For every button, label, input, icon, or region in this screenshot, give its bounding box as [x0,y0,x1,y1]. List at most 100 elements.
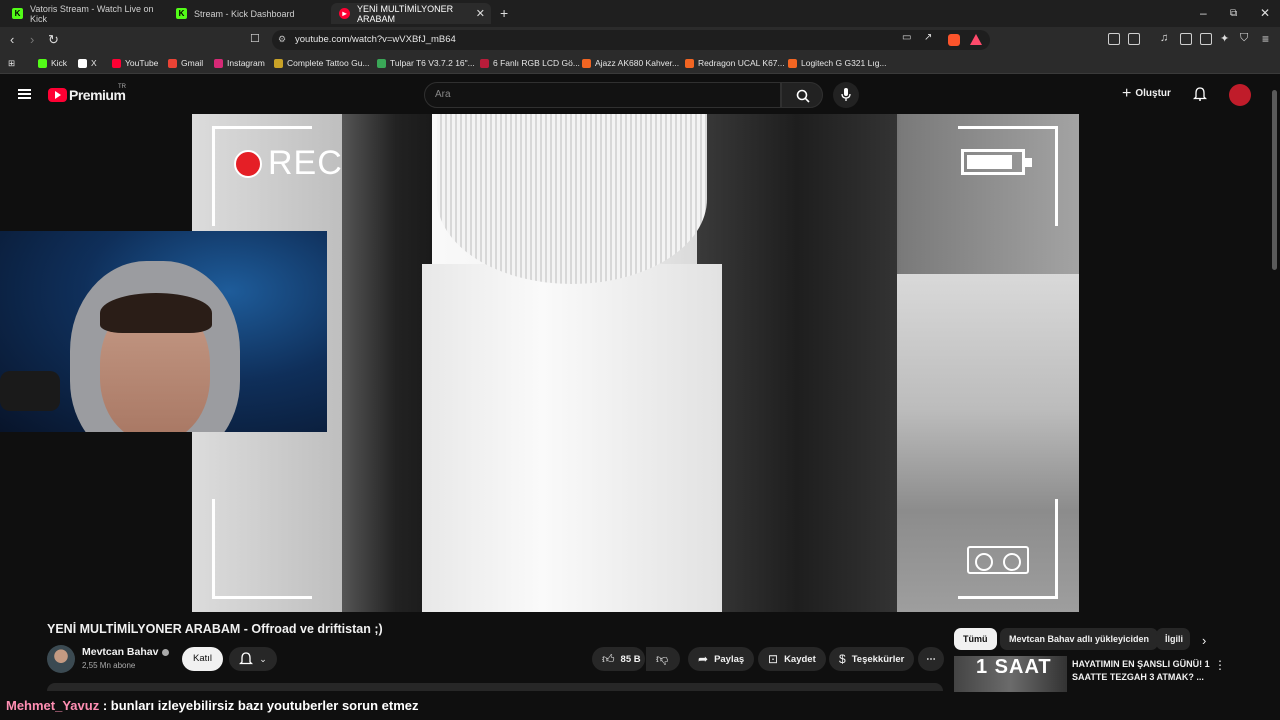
leo-ai-icon[interactable]: ✦ [1220,32,1229,45]
video-turtleneck [437,114,707,284]
minimize-icon[interactable]: – [1200,6,1207,20]
bookmark-gmail[interactable]: Gmail [168,58,203,68]
bookmark-label: Ajazz AK680 Kahver... [595,58,680,68]
back-icon[interactable]: ‹ [10,32,14,47]
tab-kick-dashboard[interactable]: K Stream - Kick Dashboard [168,3,328,24]
bell-icon [239,652,254,665]
rec-indicator: REC [234,144,343,183]
reload-icon[interactable]: ↻ [48,32,59,48]
youtube-logo-icon[interactable] [48,88,67,102]
tulpar-icon [377,58,386,68]
video-sweater [422,264,722,612]
join-button[interactable]: Katıl [182,647,223,671]
sidebar-toggle-icon[interactable] [1128,33,1140,45]
chips-next-icon[interactable]: › [1202,633,1206,648]
bookmark-fans[interactable]: 6 Fanlı RGB LCD Gö... [480,58,580,68]
bookmark-label: 6 Fanlı RGB LCD Gö... [493,58,580,68]
search-button[interactable] [781,82,823,108]
webcam-microphone [0,371,60,411]
browser-tab-strip: K Vatoris Stream - Watch Live on Kick K … [0,0,1280,27]
bookmark-x[interactable]: X [78,58,97,68]
scrollbar-thumb[interactable] [1272,90,1277,270]
bookmark-redragon[interactable]: Redragon UCAL K67... [685,58,785,68]
bookmark-icon[interactable]: ☐ [250,32,260,45]
bookmark-label: X [91,58,97,68]
channel-avatar[interactable] [47,645,75,673]
like-button[interactable]: 👍︎ 85 B [592,647,645,671]
more-horizontal-icon: ⋯ [926,653,936,665]
viewfinder-corner-tr [958,126,1058,226]
chip-related[interactable]: İlgili [1156,628,1190,650]
bookmark-ajazz[interactable]: Ajazz AK680 Kahver... [582,58,679,68]
dislike-button[interactable]: 👎︎ [646,647,680,671]
thanks-icon: $ [839,652,846,666]
share-page-icon[interactable]: ↗ [924,32,932,43]
url-text: youtube.com/watch?v=wVXBfJ_mB64 [295,34,456,45]
bookmark-logitech[interactable]: Logitech G G321 Lıg... [788,58,887,68]
bookmarks-bar: ⊞ Kick X YouTube Gmail Instagram Complet… [0,53,1280,74]
create-label: Oluştur [1135,88,1171,99]
bookmark-tattoo[interactable]: Complete Tattoo Gu... [274,58,370,68]
search-placeholder: Ara [435,89,451,100]
close-tab-icon[interactable]: ✕ [476,7,485,20]
hamburger-menu-icon[interactable] [18,89,31,99]
chip-from-uploader[interactable]: Mevtcan Bahav adlı yükleyiciden [1000,628,1159,650]
bookmark-instagram[interactable]: Instagram [214,58,265,68]
gmail-icon [168,58,177,68]
video-coat-left [342,114,432,612]
save-button[interactable]: ⊡ Kaydet [758,647,826,671]
bookmark-tulpar[interactable]: Tulpar T6 V3.7.2 16"... [377,58,475,68]
bookmark-label: Instagram [227,58,265,68]
bookmark-youtube[interactable]: YouTube [112,58,158,68]
youtube-icon: ▸ [339,8,350,19]
bookmark-label: Complete Tattoo Gu... [287,58,370,68]
tab-title: YENİ MULTİMİLYONER ARABAM [357,3,454,24]
youtube-premium-brand[interactable]: Premium [69,87,126,103]
maximize-icon[interactable]: ⧉ [1230,8,1237,19]
apps-icon[interactable]: ⊞ [8,58,15,69]
voice-search-button[interactable] [833,82,859,108]
viewfinder-corner-bl [212,499,312,599]
brave-shield-icon[interactable] [948,34,960,46]
recommended-title[interactable]: HAYATIMIN EN ŞANSLI GÜNÜ! 1 SAATTE TEZGA… [1072,658,1212,684]
cast-icon[interactable]: ▭ [902,32,911,43]
extensions-icon[interactable] [1108,33,1120,45]
kick-icon: K [176,8,187,19]
recommended-thumbnail[interactable]: 1 SAAT [954,656,1067,696]
channel-name[interactable]: Mevtcan Bahav [82,646,170,658]
hepsiburada-icon [582,58,591,68]
share-button[interactable]: ➦ Paylaş [688,647,755,671]
tab-kick-stream[interactable]: K Vatoris Stream - Watch Live on Kick [4,3,164,24]
user-avatar[interactable] [1229,84,1251,106]
notifications-bell-icon[interactable] [1193,87,1207,101]
wallet-icon[interactable] [1200,33,1212,45]
thanks-button[interactable]: $ Teşekkürler [829,647,915,671]
vpn-icon[interactable]: ⛉ [1240,32,1248,45]
url-field[interactable]: youtube.com/watch?v=wVXBfJ_mB64 [272,30,990,50]
tab-youtube-video[interactable]: ▸ YENİ MULTİMİLYONER ARABAM ✕ [331,3,491,24]
search-input[interactable]: Ara [424,82,781,108]
menu-icon[interactable]: ≡ [1262,32,1269,46]
bookmark-label: Tulpar T6 V3.7.2 16"... [390,58,475,68]
thanks-label: Teşekkürler [851,653,905,665]
new-tab-icon[interactable]: + [500,5,508,21]
brave-rewards-icon[interactable] [970,34,982,45]
forward-icon[interactable]: › [30,32,34,47]
notification-settings-button[interactable]: ⌄ [229,647,277,671]
bookmark-kick[interactable]: Kick [38,58,67,68]
create-button[interactable]: + Oluştur [1122,85,1171,101]
more-vertical-icon[interactable]: ⋮ [1214,658,1226,672]
thumbs-down-icon: 👎︎ [656,651,669,666]
description-box[interactable] [47,683,943,691]
search-icon [796,89,810,103]
record-dot-icon [234,149,262,178]
reader-icon[interactable] [1180,33,1192,45]
site-info-icon[interactable]: ⚙ [278,34,286,45]
youtube-header: Premium TR Ara + Oluştur [0,75,1280,114]
close-window-icon[interactable]: ✕ [1260,6,1270,20]
chevron-down-icon: ⌄ [259,653,267,664]
chip-all[interactable]: Tümü [954,628,997,650]
media-icon[interactable]: ♫ [1160,32,1168,44]
page-scrollbar[interactable] [1270,75,1280,700]
more-actions-button[interactable]: ⋯ [918,647,944,671]
